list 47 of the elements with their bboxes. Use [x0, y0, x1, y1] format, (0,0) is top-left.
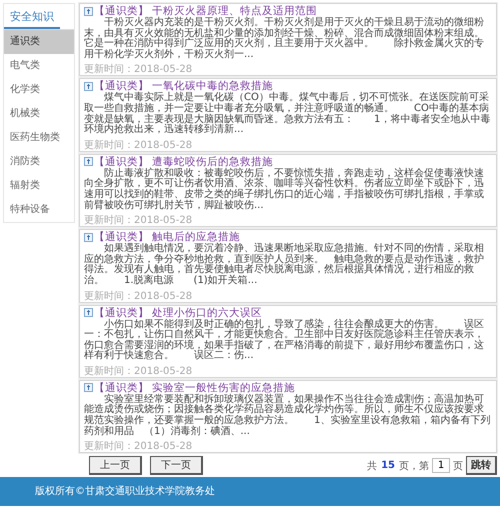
article-title[interactable]: 处理小伤口的六大误区: [152, 306, 262, 318]
sidebar-item[interactable]: 电气类: [4, 54, 74, 78]
update-date: 更新时间：2018-05-28: [84, 290, 192, 302]
page-label: 页，第: [399, 460, 429, 473]
article-category[interactable]: 【通识类】: [94, 231, 149, 244]
article-excerpt: 煤气中毒实际上就是一氧化碳（CO）中毒。煤气中毒后，切不可慌张。在送医院前可采取一些自救措施，并一定要让中毒者充分吸氧，并注意呼吸道的畅通。 CO中毒的基本病变就是缺氧，主要表现是大脑因缺氧而昏迷。急救方法有五： 1，将中毒者安全地从中毒环境内抢救出来，迅速转移到清新...: [84, 93, 492, 136]
article-category[interactable]: 【通识类】: [94, 382, 149, 394]
total-label: 共: [367, 460, 378, 473]
article-excerpt: 小伤口如果不能得到及时正确的包扎，导致了感染，往往会酿成更大的伤害。 误区一：不包扎，让伤口自然风干，才能更快愈合。卫生部中日友好医院急诊科主任管庆表示，伤口愈合需要湿润的环境，如果手指破了，在严格消毒的前提下，最好用纱布覆盖伤口，这样有利于快速愈合。 误区二：伤...: [84, 320, 485, 362]
article-excerpt: 实验室里经常要装配和拆卸玻璃仪器装置，如果操作不当往往会造成割伤；高温加热可能造成烫伤或烧伤；因接触各类化学药品容易造成化学灼伤等。所以，师生不仅应该按要求规范实验操作，还要掌握一般的应急救护方法。 1、实验室里设有急救箱，箱内备有下列药剂和用品 （1）消毒剂：碘酒、...: [84, 394, 492, 438]
sidebar-item[interactable]: 化学类: [4, 78, 74, 102]
article-title[interactable]: 干粉灭火器原理、特点及适用范围: [152, 5, 317, 17]
document-icon: [84, 383, 93, 392]
sidebar-item[interactable]: 特种设备: [4, 198, 74, 222]
article-excerpt: 如果遇到触电情况，要沉着冷静、迅速果断地采取应急措施。针对不同的伤情，采取相应的急救方法，争分夺秒地抢救，直到医护人员到来。 触电急救的要点是动作迅速，救护得法。发现有人触电，首先要使触电者尽快脱离电源，然后根据具体情况，进行相应的救治。 1.脱离电源 (1)如开关箱...: [84, 244, 485, 286]
article-title[interactable]: 实验室一般性伤害的应急措施: [152, 382, 295, 394]
sidebar-item[interactable]: 通识类: [4, 30, 74, 54]
update-date: 更新时间：2018-05-28: [84, 140, 192, 151]
copyright-text: 版权所有©甘肃交通职业技术学院教务处: [35, 486, 215, 498]
article-category[interactable]: 【通识类】: [94, 306, 149, 318]
document-icon: [84, 308, 93, 317]
article-title[interactable]: 触电后的应急措施: [152, 231, 240, 244]
document-icon: [84, 157, 93, 166]
page-unit: 页: [453, 460, 463, 473]
update-date: 更新时间：2018-05-28: [84, 64, 192, 76]
document-icon: [84, 6, 93, 16]
next-page-button[interactable]: 下一页: [150, 456, 203, 476]
article-category[interactable]: 【通识类】: [94, 5, 149, 17]
document-icon: [84, 232, 93, 242]
sidebar-item[interactable]: 医药生物类: [4, 126, 74, 150]
sidebar-item[interactable]: 辐射类: [4, 174, 74, 198]
article-excerpt: 防止毒液扩散和吸收：被毒蛇咬伤后，不要惊慌失措，奔跑走动，这样会促使毒液快速向全身扩散，更不可让伤者饮用酒、浓茶、咖啡等兴奋性饮料。伤者应立即坐下或卧下，迅速用可以找到的鞋带、皮带之类的绳子绑扎伤口的近心端，手指被咬伤可绑扎指根，手掌或前臂被咬伤可绑扎肘关节，脚趾被咬伤...: [84, 168, 485, 212]
go-button[interactable]: 跳转: [466, 456, 497, 476]
prev-page-button[interactable]: 上一页: [89, 456, 142, 476]
sidebar-item[interactable]: 消防类: [4, 150, 74, 174]
total-pages: 15: [381, 460, 395, 472]
article-excerpt: 干粉灭火器内充装的是干粉灭火剂。干粉灭火剂是用于灭火的干燥且易于流动的微细粉末，由具有灭火效能的无机盐和少量的添加剂经干燥、粉碎、混合而成微细固体粉末组成。它是一种在消防中得到广泛应用的灭火剂，且主要用于灭火器中。 除扑救金属火灾的专用干粉化学灭火剂外，干粉灭火剂一...: [84, 18, 485, 60]
update-date: 更新时间：2018-05-28: [84, 366, 192, 377]
article-title[interactable]: 一氧化碳中毒的急救措施: [152, 80, 273, 92]
update-date: 更新时间：2018-05-28: [84, 215, 192, 226]
update-date: 更新时间：2018-05-28: [84, 441, 192, 452]
article-category[interactable]: 【通识类】: [94, 80, 149, 92]
article-category[interactable]: 【通识类】: [94, 156, 149, 168]
page-input[interactable]: 1: [432, 458, 450, 474]
document-icon: [84, 82, 93, 91]
sidebar-item[interactable]: 机械类: [4, 102, 74, 126]
article-title[interactable]: 遭毒蛇咬伤后的急救措施: [152, 156, 273, 168]
